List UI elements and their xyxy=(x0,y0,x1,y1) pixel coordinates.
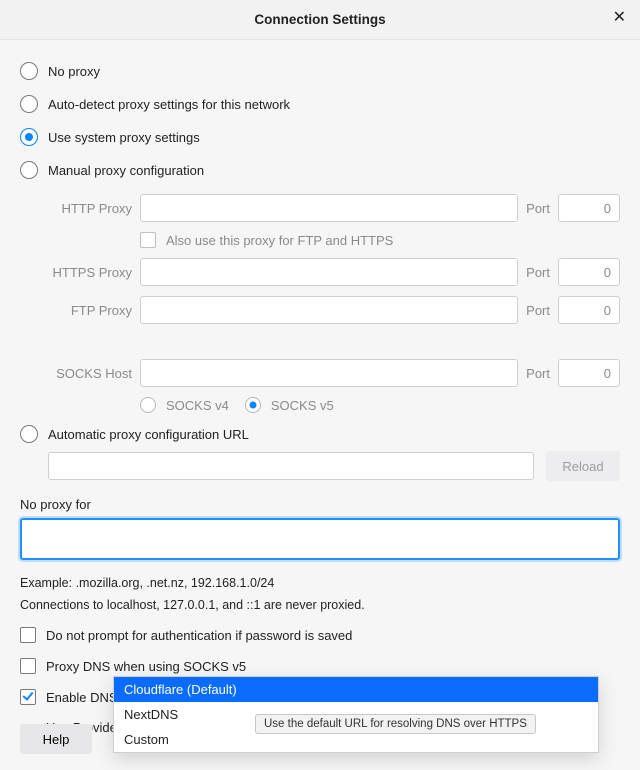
ftp-proxy-label: FTP Proxy xyxy=(40,303,140,318)
radio-auto-detect[interactable] xyxy=(20,95,38,113)
help-button[interactable]: Help xyxy=(20,724,92,754)
checkbox-also-use[interactable] xyxy=(140,232,156,248)
radio-manual-proxy-label: Manual proxy configuration xyxy=(48,163,204,178)
socks-host-input[interactable] xyxy=(140,359,518,387)
socks-port-input[interactable] xyxy=(558,359,620,387)
example-text: Example: .mozilla.org, .net.nz, 192.168.… xyxy=(20,573,620,593)
tooltip: Use the default URL for resolving DNS ov… xyxy=(255,714,536,734)
radio-auto-config-url[interactable] xyxy=(20,425,38,443)
checkbox-enable-doh[interactable] xyxy=(20,689,36,705)
radio-no-proxy-label: No proxy xyxy=(48,64,100,79)
checkbox-proxy-dns-socks[interactable] xyxy=(20,658,36,674)
dropdown-item-cloudflare[interactable]: Cloudflare (Default) xyxy=(114,677,598,702)
https-proxy-input[interactable] xyxy=(140,258,518,286)
auto-config-url-input[interactable] xyxy=(48,452,534,480)
checkbox-no-prompt-auth[interactable] xyxy=(20,627,36,643)
close-icon[interactable]: ✕ xyxy=(613,10,626,26)
radio-socks-v4[interactable] xyxy=(140,397,156,413)
localhost-note: Connections to localhost, 127.0.0.1, and… xyxy=(20,595,620,615)
checkbox-proxy-dns-socks-label: Proxy DNS when using SOCKS v5 xyxy=(46,659,246,674)
https-port-label: Port xyxy=(518,265,558,280)
ftp-port-label: Port xyxy=(518,303,558,318)
https-proxy-label: HTTPS Proxy xyxy=(40,265,140,280)
http-port-label: Port xyxy=(518,201,558,216)
radio-system-proxy[interactable] xyxy=(20,128,38,146)
checkbox-also-use-label: Also use this proxy for FTP and HTTPS xyxy=(166,233,393,248)
radio-no-proxy[interactable] xyxy=(20,62,38,80)
radio-socks-v4-label: SOCKS v4 xyxy=(166,398,229,413)
radio-manual-proxy[interactable] xyxy=(20,161,38,179)
no-proxy-for-label: No proxy for xyxy=(20,497,618,512)
reload-button[interactable]: Reload xyxy=(546,451,620,481)
no-proxy-for-textarea[interactable] xyxy=(20,518,620,560)
http-proxy-input[interactable] xyxy=(140,194,518,222)
checkbox-no-prompt-auth-label: Do not prompt for authentication if pass… xyxy=(46,628,352,643)
http-port-input[interactable] xyxy=(558,194,620,222)
radio-auto-config-url-label: Automatic proxy configuration URL xyxy=(48,427,249,442)
ftp-proxy-input[interactable] xyxy=(140,296,518,324)
socks-host-label: SOCKS Host xyxy=(40,366,140,381)
dialog-title: Connection Settings xyxy=(254,12,385,27)
content: No proxy Auto-detect proxy settings for … xyxy=(0,40,640,755)
radio-auto-detect-label: Auto-detect proxy settings for this netw… xyxy=(48,97,290,112)
radio-system-proxy-label: Use system proxy settings xyxy=(48,130,200,145)
ftp-port-input[interactable] xyxy=(558,296,620,324)
titlebar: Connection Settings ✕ xyxy=(0,0,640,40)
https-port-input[interactable] xyxy=(558,258,620,286)
socks-port-label: Port xyxy=(518,366,558,381)
http-proxy-label: HTTP Proxy xyxy=(40,201,140,216)
radio-socks-v5-label: SOCKS v5 xyxy=(271,398,334,413)
radio-socks-v5[interactable] xyxy=(245,397,261,413)
